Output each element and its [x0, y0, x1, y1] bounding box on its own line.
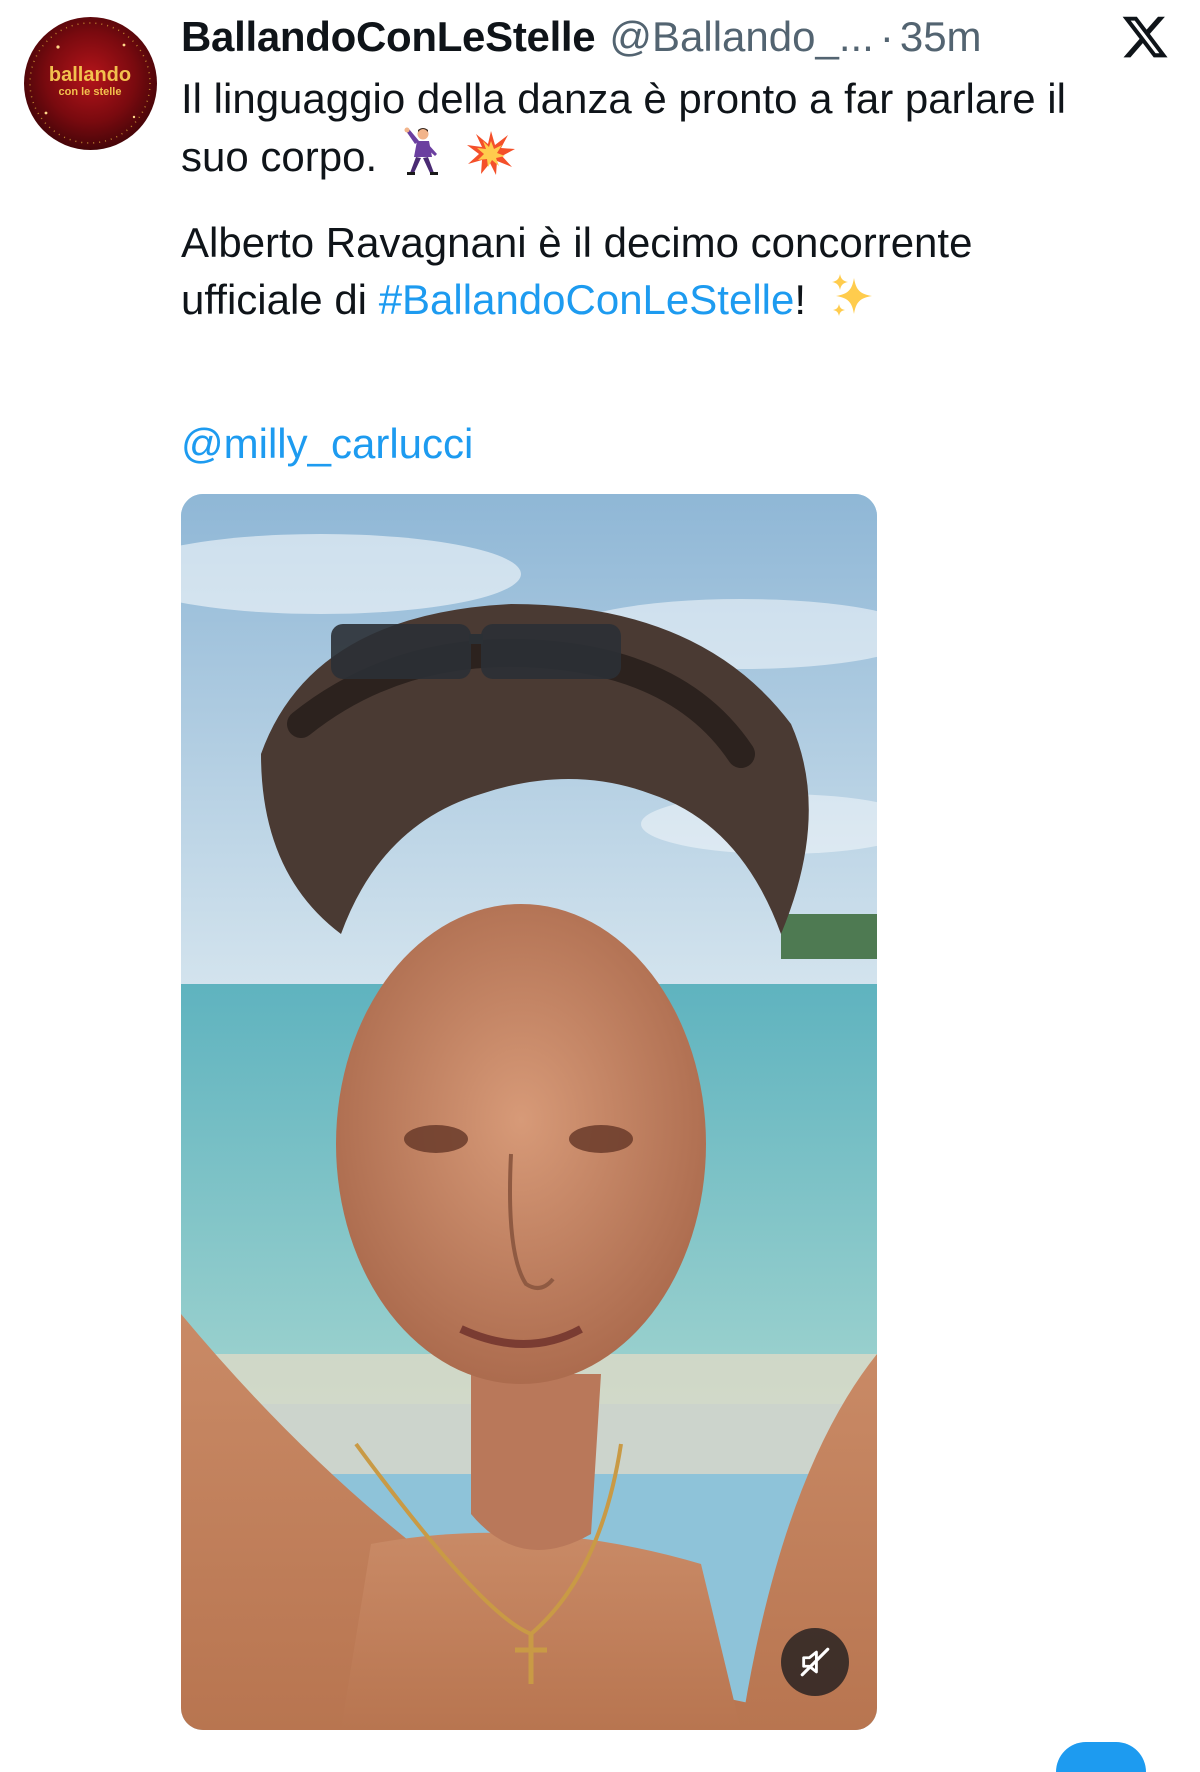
tweet-text-line-2: suo corpo. [181, 127, 1141, 191]
sparkles-icon [830, 272, 876, 334]
tweet-timestamp[interactable]: 35m [900, 12, 982, 62]
tweet-text-line-3: Alberto Ravagnani è il decimo concorrent… [181, 214, 1141, 271]
tweet-text-line-1: Il linguaggio della danza è pronto a far… [181, 70, 1141, 127]
compose-button[interactable] [1056, 1742, 1146, 1772]
tweet-header: BallandoConLeStelle @Ballando_... · 35m [181, 12, 982, 62]
tweet-video[interactable] [181, 494, 877, 1730]
x-logo-icon[interactable] [1120, 12, 1170, 62]
tweet-text-line-4: ufficiale di #BallandoConLeStelle! [181, 271, 1141, 334]
separator-dot: · [879, 13, 894, 60]
speaker-muted-icon [800, 1647, 830, 1677]
mention-link[interactable]: @milly_carlucci [181, 420, 473, 467]
author-display-name[interactable]: BallandoConLeStelle [181, 12, 596, 62]
tweet-text: ufficiale di [181, 276, 379, 323]
collision-icon [466, 129, 516, 191]
tweet-text-line-5: @milly_carlucci [181, 415, 1141, 472]
tweet[interactable]: ballando con le stelle BallandoConLeStel… [0, 0, 1200, 1772]
tweet-text: Il linguaggio della danza è pronto a far… [181, 75, 1066, 122]
tweet-text: suo corpo. [181, 133, 378, 180]
svg-text:ballando: ballando [49, 64, 131, 86]
ballando-logo: ballando con le stelle [29, 22, 151, 144]
mute-toggle-button[interactable] [781, 1628, 849, 1696]
tweet-text: Alberto Ravagnani è il decimo concorrent… [181, 219, 973, 266]
video-frame [181, 494, 877, 1730]
hashtag-link[interactable]: #BallandoConLeStelle [379, 276, 795, 323]
svg-text:con le stelle: con le stelle [59, 86, 122, 98]
tweet-text: ! [794, 276, 807, 323]
man-dancing-icon [401, 127, 443, 191]
author-avatar[interactable]: ballando con le stelle [24, 17, 157, 150]
author-handle[interactable]: @Ballando_... [609, 12, 873, 62]
